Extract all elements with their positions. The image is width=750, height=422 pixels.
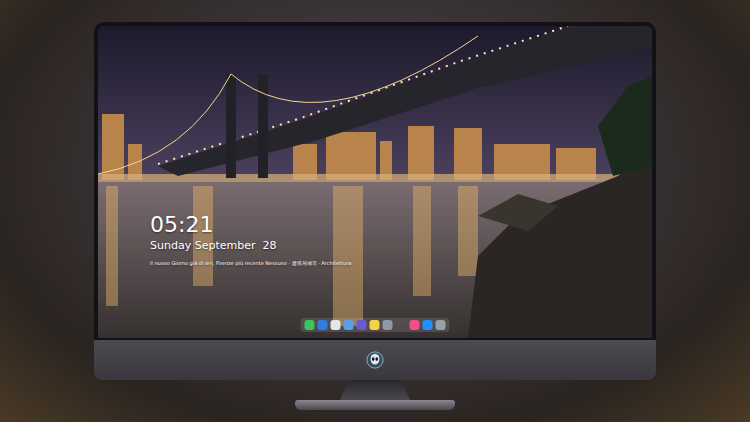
dock-app-icon[interactable] bbox=[331, 320, 341, 330]
dock-app-icon[interactable] bbox=[383, 320, 393, 330]
clock-date: Sunday September 28 bbox=[150, 238, 351, 254]
dock-app-icon[interactable] bbox=[344, 320, 354, 330]
monitor-stand bbox=[340, 380, 410, 400]
dock-app-icon[interactable] bbox=[305, 320, 315, 330]
quote-text: Il nuovo Giorno già di ieri, Firenze più… bbox=[150, 258, 351, 268]
dock-app-icon[interactable] bbox=[357, 320, 367, 330]
dock-app-icon[interactable] bbox=[410, 320, 420, 330]
wallpaper-photo bbox=[98, 26, 652, 338]
lock-screen-info: 05:21Sunday September 28 Il nuovo Giorno … bbox=[150, 212, 351, 268]
monitor-base bbox=[295, 400, 455, 410]
monitor: 05:21Sunday September 28 Il nuovo Giorno … bbox=[94, 22, 656, 422]
dock-app-icon[interactable] bbox=[370, 320, 380, 330]
dock bbox=[301, 318, 450, 332]
screen: 05:21Sunday September 28 Il nuovo Giorno … bbox=[94, 22, 656, 340]
dock-app-icon[interactable] bbox=[436, 320, 446, 330]
desktop-background: 05:21Sunday September 28 Il nuovo Giorno … bbox=[0, 0, 750, 422]
monitor-chin bbox=[94, 340, 656, 380]
alien-logo-icon bbox=[366, 351, 384, 369]
clock-time: 05:21 bbox=[150, 212, 351, 238]
dock-app-icon[interactable] bbox=[318, 320, 328, 330]
dock-app-icon[interactable] bbox=[423, 320, 433, 330]
